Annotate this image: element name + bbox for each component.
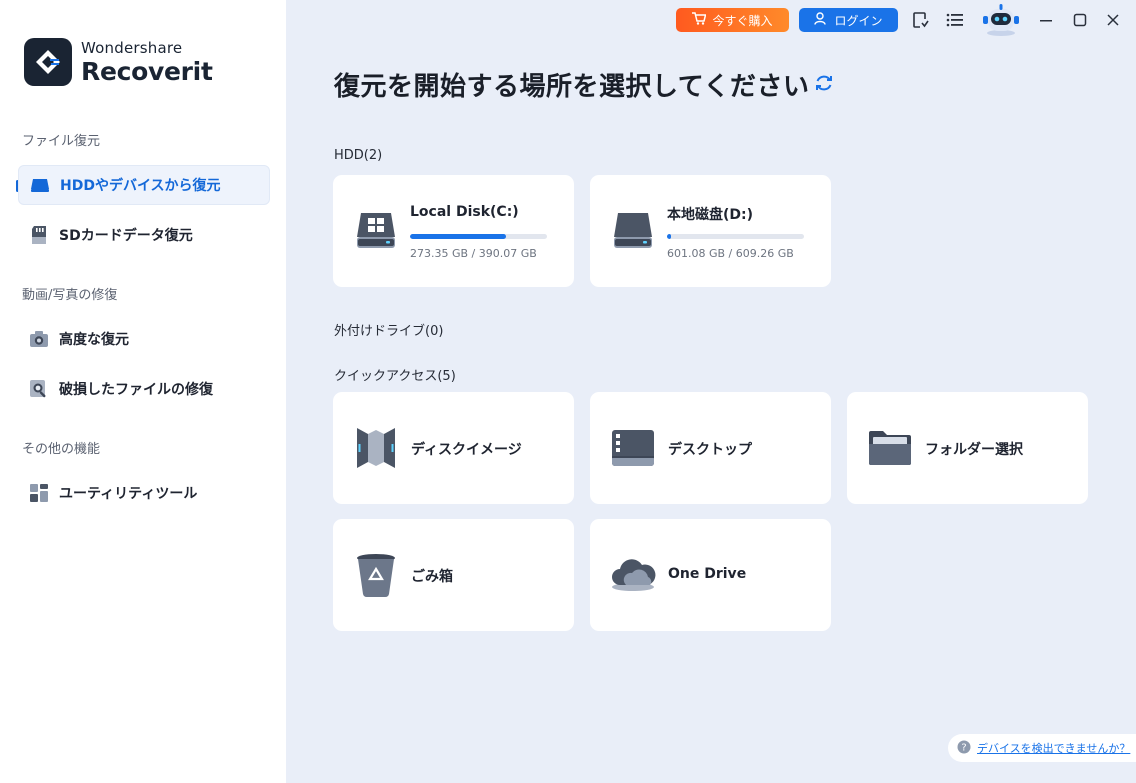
cart-icon (692, 12, 707, 28)
drive-size-text: 273.35 GB / 390.07 GB (410, 247, 537, 260)
brand-name: Wondershare (81, 38, 183, 57)
refresh-icon[interactable] (813, 72, 835, 94)
section-label-video-photo-repair: 動画/写真の修復 (22, 288, 118, 303)
quick-access-label: デスクトップ (668, 442, 752, 458)
buy-now-label: 今すぐ購入 (712, 13, 773, 28)
section-label-other-features: その他の機能 (22, 442, 101, 457)
maximize-icon[interactable] (1068, 8, 1092, 32)
quick-access-desktop[interactable]: デスクトップ (590, 392, 831, 504)
svg-text:?: ? (961, 742, 966, 753)
onedrive-cloud-icon (610, 552, 656, 598)
camera-icon (28, 328, 50, 350)
sidebar-item-label: HDDやデバイスから復元 (60, 178, 221, 194)
sidebar-item-label: 破損したファイルの修復 (59, 382, 213, 398)
quick-access-label: ディスクイメージ (411, 442, 522, 458)
minimize-icon[interactable] (1034, 8, 1058, 32)
sidebar-item-utility-tools[interactable]: ユーティリティツール (18, 473, 270, 513)
buy-now-button[interactable]: 今すぐ購入 (676, 8, 789, 32)
product-name: Recoverit (81, 56, 213, 86)
help-icon: ? (957, 740, 971, 757)
quick-access-label: フォルダー選択 (925, 442, 1023, 458)
sd-card-icon (28, 224, 50, 246)
quick-access-folder-select[interactable]: フォルダー選択 (847, 392, 1088, 504)
page-title: 復元を開始する場所を選択してください (334, 72, 810, 102)
user-icon (814, 12, 827, 28)
sidebar-item-hdd-recovery[interactable]: HDDやデバイスから復元 (18, 165, 270, 205)
desktop-icon (610, 425, 656, 471)
hdd-group-label: HDD(2) (334, 148, 383, 163)
login-button[interactable]: ログイン (799, 8, 898, 32)
external-drive-group-label: 外付けドライブ(0) (334, 324, 444, 339)
sidebar: Wondershare Recoverit ファイル復元 HDDやデバイスから復… (0, 0, 286, 783)
windows-drive-icon (355, 211, 397, 255)
drive-size-text: 601.08 GB / 609.26 GB (667, 247, 794, 260)
close-icon[interactable] (1101, 8, 1125, 32)
quick-access-onedrive[interactable]: One Drive (590, 519, 831, 631)
app-logo: Wondershare Recoverit (24, 38, 213, 86)
sidebar-item-file-repair[interactable]: 破損したファイルの修復 (18, 369, 270, 409)
sidebar-item-label: SDカードデータ復元 (59, 228, 193, 244)
sidebar-item-advanced-recovery[interactable]: 高度な復元 (18, 319, 270, 359)
hdd-icon (29, 174, 51, 196)
help-link-label: デバイスを検出できませんか？ (977, 742, 1131, 755)
drive-name: 本地磁盘(D:) (667, 207, 754, 223)
drive-card-c[interactable]: Local Disk(C:) 273.35 GB / 390.07 GB (333, 175, 574, 287)
recycle-bin-icon (353, 552, 399, 598)
update-icon[interactable] (908, 8, 932, 32)
drive-usage-bar (410, 234, 547, 239)
section-label-file-recovery: ファイル復元 (22, 134, 101, 149)
sidebar-item-label: ユーティリティツール (59, 486, 198, 502)
repair-search-icon (28, 378, 50, 400)
cannot-detect-device-link[interactable]: ? デバイスを検出できませんか？ (948, 734, 1136, 762)
drive-usage-fill (410, 234, 506, 239)
drive-card-d[interactable]: 本地磁盘(D:) 601.08 GB / 609.26 GB (590, 175, 831, 287)
sidebar-item-sd-card-recovery[interactable]: SDカードデータ復元 (18, 215, 270, 255)
quick-access-label: ごみ箱 (411, 569, 453, 585)
recoverit-logo-icon (24, 38, 72, 86)
utility-grid-icon (28, 482, 50, 504)
menu-icon[interactable] (943, 8, 967, 32)
drive-icon (612, 211, 654, 255)
disk-image-icon (353, 425, 399, 471)
quick-access-disk-image[interactable]: ディスクイメージ (333, 392, 574, 504)
quick-access-group-label: クイックアクセス(5) (334, 369, 456, 384)
drive-usage-fill (667, 234, 672, 239)
folder-icon (867, 425, 913, 471)
sidebar-item-label: 高度な復元 (59, 332, 129, 348)
quick-access-label: One Drive (668, 566, 747, 582)
robot-avatar[interactable] (978, 2, 1024, 38)
quick-access-recycle-bin[interactable]: ごみ箱 (333, 519, 574, 631)
drive-usage-bar (667, 234, 804, 239)
drive-name: Local Disk(C:) (410, 204, 519, 220)
login-label: ログイン (834, 13, 883, 28)
